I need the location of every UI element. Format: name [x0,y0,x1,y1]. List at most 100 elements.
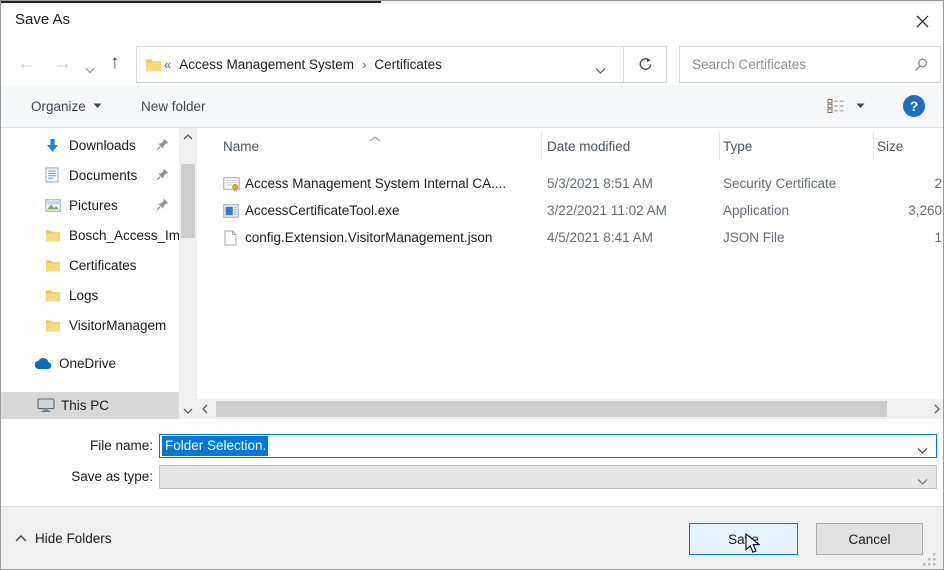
cancel-button[interactable]: Cancel [816,523,923,555]
file-date: 4/5/2021 8:41 AM [547,230,653,245]
sidebar-item-label: Logs [69,288,179,303]
close-icon [916,15,929,28]
forward-icon[interactable]: → [53,54,72,73]
save-as-type-chevron-icon[interactable] [917,473,928,491]
resize-grip[interactable] [921,551,937,567]
column-header-date-modified[interactable]: Date modified [547,132,630,160]
view-mode-dropdown[interactable] [856,85,865,127]
sidebar-item-documents[interactable]: Documents [1,161,179,189]
help-icon: ? [903,95,925,117]
pictures-icon [45,199,61,212]
download-icon [45,138,60,153]
sidebar-item-this-pc[interactable]: This PC [1,392,179,419]
computer-icon [37,398,55,413]
sidebar-item-bosch-access[interactable]: Bosch_Access_Im [1,221,179,249]
file-type: Security Certificate [723,176,836,191]
folder-icon [45,229,61,242]
dialog-footer: Hide Folders Save Cancel [1,506,944,570]
pin-icon [156,198,169,211]
address-dropdown-chevron-icon[interactable] [595,62,606,80]
sidebar-scrollbar[interactable] [179,128,197,419]
hide-folders-button[interactable]: Hide Folders [15,531,112,546]
search-icon[interactable] [914,58,928,72]
folder-icon [45,289,61,302]
folder-icon [145,58,162,72]
scroll-left-icon[interactable] [197,399,213,419]
sidebar-item-label: Certificates [69,258,179,273]
file-name: AccessCertificateTool.exe [245,203,400,218]
column-divider[interactable] [873,132,874,160]
save-as-type-select[interactable] [159,465,937,489]
sidebar-item-onedrive[interactable]: OneDrive [1,349,179,377]
refresh-button[interactable] [624,47,667,82]
scroll-up-icon[interactable] [179,128,197,145]
chevron-down-icon [93,103,102,109]
file-date: 5/3/2021 8:51 AM [547,176,653,191]
save-button-label: Save [728,532,759,547]
file-size: 3,260 [908,203,942,218]
file-row[interactable]: config.Extension.VisitorManagement.json … [201,225,944,252]
sidebar-item-visitor-management[interactable]: VisitorManagem [1,311,179,339]
recent-locations-chevron-icon[interactable] [85,61,95,79]
file-name-input[interactable]: Folder Selection. [159,434,937,458]
file-size: 2 [934,176,942,191]
scroll-right-icon[interactable] [929,399,944,419]
column-header-size[interactable]: Size [877,132,903,160]
file-type: Application [723,203,789,218]
scroll-down-icon[interactable] [179,402,197,419]
file-name-value: Folder Selection. [162,436,268,456]
back-icon[interactable]: ← [17,54,36,73]
column-header-name[interactable]: Name [223,132,259,160]
sidebar-item-pictures[interactable]: Pictures [1,191,179,219]
onedrive-icon [33,357,53,370]
cancel-button-label: Cancel [848,532,890,547]
application-icon [223,204,239,218]
close-button[interactable] [907,7,937,35]
help-button[interactable]: ? [903,85,925,127]
save-as-type-label: Save as type: [1,469,153,484]
breadcrumb-segment[interactable]: Access Management System [173,57,360,72]
scrollbar-thumb[interactable] [216,401,887,417]
refresh-icon [638,57,653,72]
sidebar-item-label: Bosch_Access_Im [69,228,179,243]
address-bar[interactable]: « Access Management System › Certificate… [136,46,667,83]
column-divider[interactable] [541,132,542,160]
details-view-icon [827,98,845,114]
sidebar-item-downloads[interactable]: Downloads [1,131,179,159]
sidebar-item-label: OneDrive [59,356,179,371]
organize-button[interactable]: Organize [31,85,102,127]
pin-icon [156,138,169,151]
file-name-dropdown-chevron-icon[interactable] [917,442,928,460]
breadcrumb-segment[interactable]: Certificates [368,57,448,72]
certificate-icon [223,177,240,192]
hide-folders-label: Hide Folders [35,531,112,546]
scrollbar-thumb[interactable] [181,164,195,238]
column-header-type[interactable]: Type [723,132,752,160]
file-list-horizontal-scrollbar[interactable] [197,399,944,419]
command-bar: Organize New folder ? [1,85,944,128]
window-title: Save As [15,11,70,28]
file-name: Access Management System Internal CA.... [245,176,506,191]
view-mode-button[interactable] [827,85,845,127]
file-row[interactable]: AccessCertificateTool.exe 3/22/2021 11:0… [201,198,944,225]
pin-icon [156,168,169,181]
search-input[interactable] [680,57,914,72]
organize-label: Organize [31,99,86,114]
navigation-pane: Downloads Documents Pictures [1,128,197,419]
file-size: 1 [934,230,942,245]
new-folder-button[interactable]: New folder [141,85,206,127]
save-button[interactable]: Save [689,523,798,555]
file-type: JSON File [723,230,785,245]
file-icon [224,230,237,246]
sidebar-item-logs[interactable]: Logs [1,281,179,309]
breadcrumb-overflow[interactable]: « [162,57,173,72]
up-icon[interactable]: ↑ [110,53,120,72]
document-icon [45,167,59,183]
new-folder-label: New folder [141,99,206,114]
background-window-artifact-top [1,1,381,3]
sidebar-item-certificates[interactable]: Certificates [1,251,179,279]
column-divider[interactable] [719,132,720,160]
sidebar-item-label: VisitorManagem [69,318,179,333]
file-date: 3/22/2021 11:02 AM [547,203,667,218]
file-row[interactable]: Access Management System Internal CA....… [201,171,944,198]
